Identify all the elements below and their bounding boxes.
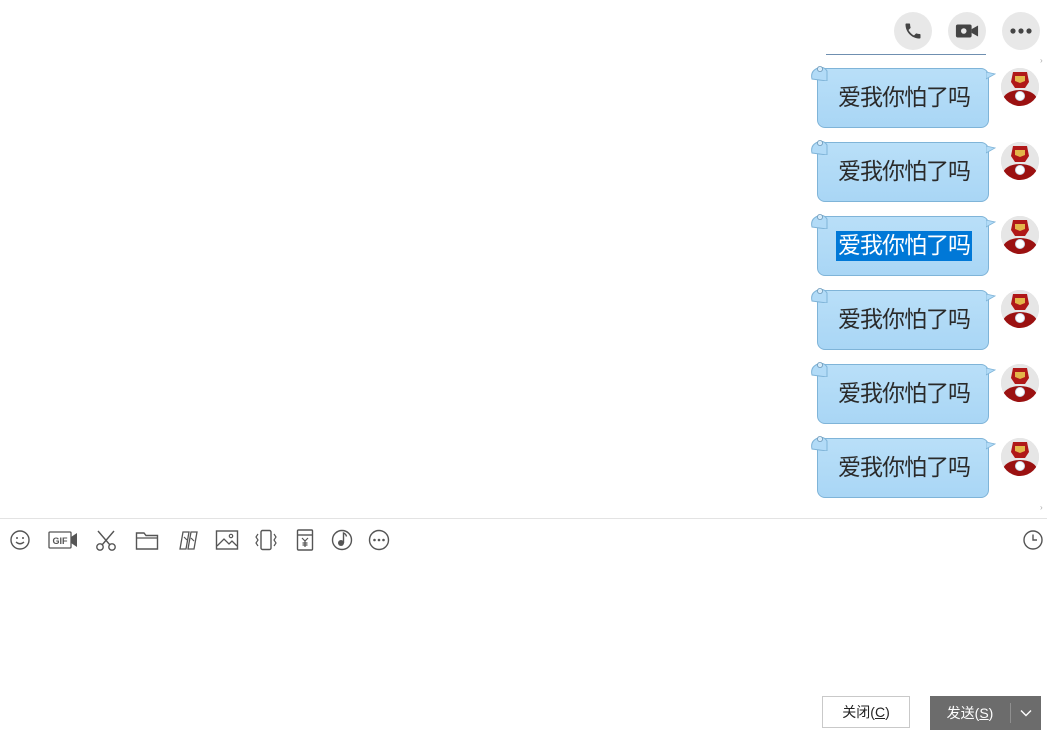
send-label-end: ) — [988, 705, 994, 721]
image-button[interactable] — [215, 527, 239, 553]
screenshot-button[interactable] — [94, 527, 118, 553]
shake-icon — [255, 529, 277, 551]
avatar[interactable] — [1001, 364, 1039, 402]
folder-icon — [135, 532, 159, 550]
file-button[interactable] — [135, 527, 159, 553]
video-camera-icon — [955, 24, 979, 38]
send-options-dropdown[interactable] — [1011, 696, 1041, 730]
chevron-down-icon — [1020, 710, 1032, 717]
svg-text:GIF: GIF — [53, 536, 69, 546]
message-row: 爱我你怕了吗 — [783, 62, 1043, 136]
bubble-tail-icon — [986, 367, 996, 376]
more-dots-icon — [1010, 28, 1032, 34]
header-actions — [894, 12, 1040, 50]
iron-man-avatar-icon — [1001, 364, 1039, 402]
close-label: 关闭( — [842, 704, 875, 720]
input-toolbar: GIF — [8, 527, 391, 553]
gif-icon: GIF — [48, 531, 77, 549]
avatar[interactable] — [1001, 216, 1039, 254]
image-icon — [215, 530, 239, 550]
phone-icon — [905, 23, 921, 39]
gif-button[interactable]: GIF — [47, 527, 79, 553]
bubble-tail-icon — [986, 219, 996, 228]
close-shortcut-key: C — [874, 704, 886, 720]
graffiti-button[interactable] — [176, 527, 200, 553]
send-label: 发送( — [946, 705, 980, 721]
send-shortcut-key: S — [979, 705, 989, 721]
red-packet-icon — [296, 529, 314, 551]
message-text[interactable]: 爱我你怕了吗 — [838, 83, 971, 113]
message-bubble[interactable]: 爱我你怕了吗 — [811, 214, 996, 276]
message-bubble[interactable]: 爱我你怕了吗 — [811, 140, 996, 202]
message-text[interactable]: 爱我你怕了吗 — [838, 453, 971, 483]
iron-man-avatar-icon — [1001, 142, 1039, 180]
avatar[interactable] — [1001, 290, 1039, 328]
music-button[interactable] — [330, 527, 354, 553]
avatar[interactable] — [1001, 142, 1039, 180]
message-row: 爱我你怕了吗 — [783, 136, 1043, 210]
message-text[interactable]: 爱我你怕了吗 — [836, 231, 972, 261]
toolbar-divider — [0, 518, 1047, 519]
message-bubble[interactable]: 爱我你怕了吗 — [811, 436, 996, 498]
music-icon — [331, 529, 353, 551]
message-text[interactable]: 爱我你怕了吗 — [838, 379, 971, 409]
bubble-decoration-icon — [811, 362, 828, 377]
avatar[interactable] — [1001, 438, 1039, 476]
video-call-button[interactable] — [948, 12, 986, 50]
bubble-decoration-icon — [811, 436, 828, 451]
send-button-group: 发送(S) — [930, 696, 1041, 730]
voice-call-button[interactable] — [894, 12, 932, 50]
message-text[interactable]: 爱我你怕了吗 — [838, 305, 971, 335]
message-bubble[interactable]: 爱我你怕了吗 — [811, 66, 996, 128]
avatar[interactable] — [1001, 68, 1039, 106]
message-bubble[interactable]: 爱我你怕了吗 — [811, 288, 996, 350]
send-button[interactable]: 发送(S) — [930, 696, 1010, 730]
iron-man-avatar-icon — [1001, 216, 1039, 254]
bubble-tail-icon — [986, 441, 996, 450]
message-row: 爱我你怕了吗 — [783, 210, 1043, 284]
bubble-tail-icon — [986, 71, 996, 80]
message-history-button[interactable] — [1021, 528, 1045, 552]
message-row: 爱我你怕了吗 — [783, 432, 1043, 506]
top-divider — [826, 54, 986, 55]
message-row: 爱我你怕了吗 — [783, 358, 1043, 432]
emoji-icon — [10, 530, 30, 550]
more-tools-button[interactable] — [367, 527, 391, 553]
message-row: 爱我你怕了吗 — [783, 284, 1043, 358]
message-input[interactable] — [0, 556, 1047, 690]
close-label-end: ) — [885, 704, 890, 720]
message-text[interactable]: 爱我你怕了吗 — [838, 157, 971, 187]
graffiti-icon — [179, 531, 198, 550]
more-circle-icon — [368, 529, 390, 551]
more-button[interactable] — [1002, 12, 1040, 50]
clock-icon — [1023, 530, 1043, 550]
bubble-tail-icon — [986, 145, 996, 154]
bubble-decoration-icon — [811, 140, 828, 155]
bubble-decoration-icon — [811, 288, 828, 303]
red-packet-button[interactable] — [293, 527, 317, 553]
iron-man-avatar-icon — [1001, 68, 1039, 106]
bubble-tail-icon — [986, 293, 996, 302]
bubble-decoration-icon — [811, 214, 828, 229]
shake-button[interactable] — [254, 527, 278, 553]
iron-man-avatar-icon — [1001, 290, 1039, 328]
emoji-button[interactable] — [8, 527, 32, 553]
scissors-icon — [96, 530, 116, 551]
chat-window: › › 爱我你怕了吗 爱我你怕了吗 爱我你怕了吗 爱我你怕了吗 爱我你怕了吗 爱我你怕了吗… — [0, 0, 1047, 735]
bubble-decoration-icon — [811, 66, 828, 81]
message-bubble[interactable]: 爱我你怕了吗 — [811, 362, 996, 424]
iron-man-avatar-icon — [1001, 438, 1039, 476]
close-button[interactable]: 关闭(C) — [822, 696, 910, 728]
message-list: 爱我你怕了吗 爱我你怕了吗 爱我你怕了吗 爱我你怕了吗 爱我你怕了吗 爱我你怕了吗 — [783, 62, 1043, 506]
